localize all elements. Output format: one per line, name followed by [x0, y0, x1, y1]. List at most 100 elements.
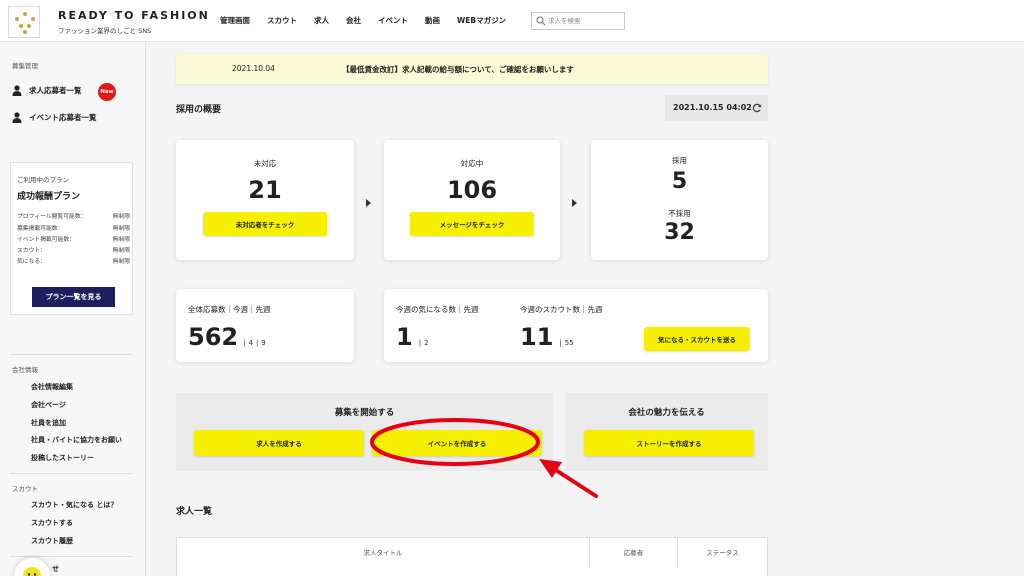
job-list-title: 求人一覧: [176, 507, 213, 517]
hired-card: 採用 5 不採用 32: [591, 140, 768, 260]
sidebar-item-label: 求人応募者一覧: [29, 86, 82, 95]
interest-last-week: 2: [424, 339, 429, 347]
new-badge: New: [98, 83, 116, 101]
recruit-section-label: 募集管理: [12, 62, 38, 70]
applications-card: 全体応募数｜今週｜先週 562 | 4 | 9: [176, 289, 354, 362]
nav-events[interactable]: イベント: [378, 15, 408, 26]
sidebar-item-event-applicants[interactable]: イベント応募者一覧: [12, 112, 97, 123]
top-header: READY TO FASHION ファッション業界のしごと SNS 管理画面 ス…: [0, 0, 1024, 42]
notice-date: 2021.10.04: [232, 64, 275, 73]
sidebar-item-partial[interactable]: せ: [52, 564, 59, 574]
notice-banner: 2021.10.04 【最低賃金改訂】求人記載の給与額について、ご確認をお願いし…: [176, 54, 768, 84]
interest-values: 1 | 2: [396, 323, 429, 351]
plan-row-value: 無制限: [112, 214, 130, 220]
sidebar-item-scout-history[interactable]: スカウト履歴: [31, 536, 73, 546]
company-appeal-panel: 会社の魅力を伝える ストーリーを作成する: [565, 393, 768, 471]
send-scout-button[interactable]: 気になる・スカウトを送る: [644, 327, 750, 351]
rejected-label: 不採用: [668, 209, 691, 218]
sidebar-divider: [10, 354, 133, 355]
company-appeal-title: 会社の魅力を伝える: [628, 408, 705, 418]
nav-company[interactable]: 会社: [346, 15, 361, 26]
start-recruit-panel: 募集を開始する 求人を作成する イベントを作成する: [176, 393, 553, 471]
sidebar-item-add-staff[interactable]: 社員を追加: [31, 418, 66, 428]
plan-row-value: 無制限: [112, 226, 130, 232]
sidebar: 募集管理 求人応募者一覧 New イベント応募者一覧 ご利用中のプラン 成功報酬…: [0, 42, 146, 576]
applications-last-week: 9: [261, 339, 266, 347]
interest-scout-card: 今週の気になる数｜先週 1 | 2 今週のスカウト数｜先週 11 | 55 気に…: [384, 289, 768, 362]
unhandled-label: 未対応: [253, 159, 277, 168]
plan-row: スカウト： 無制限: [17, 245, 130, 254]
create-story-button[interactable]: ストーリーを作成する: [584, 430, 754, 456]
main-nav: 管理画面 スカウト 求人 会社 イベント 動画 WEBマガジン: [220, 15, 523, 26]
notice-link[interactable]: 【最低賃金改訂】求人記載の給与額について、ご確認をお願いします: [342, 64, 574, 75]
overview-title: 採用の概要: [176, 105, 222, 115]
sidebar-item-scout[interactable]: スカウトする: [31, 518, 73, 528]
applications-this-week: 4: [248, 339, 253, 347]
interest-this-week: 1: [396, 323, 413, 351]
job-table: 求人タイトル 応募者 ステータス: [176, 537, 768, 576]
sidebar-item-company-page[interactable]: 会社ページ: [31, 400, 66, 410]
applications-values: 562 | 4 | 9: [188, 323, 266, 351]
hired-count: 5: [671, 169, 688, 194]
nav-admin[interactable]: 管理画面: [220, 15, 250, 26]
plan-row: 募集掲載可能数： 無制限: [17, 223, 130, 232]
in-progress-card: 対応中 106 メッセージをチェック: [384, 140, 560, 260]
timestamp-box: 2021.10.15 04:02: [665, 95, 768, 121]
search-box: [531, 12, 625, 30]
create-job-button[interactable]: 求人を作成する: [194, 430, 364, 456]
chat-launcher[interactable]: [14, 558, 50, 576]
start-recruit-title: 募集を開始する: [334, 408, 395, 418]
plan-current-label: ご利用中のプラン: [17, 176, 69, 184]
person-icon: [12, 85, 22, 96]
sidebar-item-stories[interactable]: 投稿したストーリー: [31, 453, 94, 463]
plan-row: プロフィール閲覧可能数： 無制限: [17, 211, 130, 220]
applications-total: 562: [188, 323, 239, 351]
smiley-icon: [23, 567, 41, 576]
check-messages-button[interactable]: メッセージをチェック: [410, 212, 534, 236]
plan-name: 成功報酬プラン: [17, 192, 81, 202]
brand-tagline: ファッション業界のしごと SNS: [58, 27, 152, 35]
sidebar-item-applicants[interactable]: 求人応募者一覧: [12, 85, 82, 96]
sidebar-divider: [10, 556, 133, 557]
in-progress-label: 対応中: [460, 159, 484, 168]
plan-row-label: 気になる：: [17, 259, 46, 265]
nav-jobs[interactable]: 求人: [314, 15, 329, 26]
scouts-label: 今週のスカウト数｜先週: [520, 305, 603, 314]
view-plans-button[interactable]: プラン一覧を見る: [32, 287, 115, 307]
person-icon: [12, 112, 22, 123]
sidebar-item-request-staff[interactable]: 社員・バイトに協力をお願い: [31, 435, 122, 445]
check-unhandled-button[interactable]: 未対応者をチェック: [203, 212, 327, 236]
nav-videos[interactable]: 動画: [425, 15, 440, 26]
column-header-title: 求人タイトル: [177, 538, 590, 566]
nav-web-magazine[interactable]: WEBマガジン: [457, 15, 506, 26]
column-header-status: ステータス: [706, 549, 739, 557]
plan-row-label: スカウト：: [17, 248, 46, 254]
interest-label: 今週の気になる数｜先週: [396, 305, 479, 314]
sidebar-item-scout-about[interactable]: スカウト・気になる とは？: [31, 500, 117, 510]
scouts-last-week: 55: [564, 339, 574, 347]
brand-name[interactable]: READY TO FASHION: [58, 9, 210, 22]
plan-row-value: 無制限: [112, 259, 130, 265]
refresh-icon[interactable]: [752, 103, 762, 113]
hired-label: 採用: [672, 156, 687, 165]
sidebar-item-company-edit[interactable]: 会社情報編集: [31, 382, 73, 392]
search-icon[interactable]: [536, 16, 546, 26]
annotation-overlay: [370, 418, 598, 498]
scouts-values: 11 | 55: [520, 323, 574, 351]
search-input[interactable]: [548, 15, 622, 27]
plan-row: イベント掲載可能数： 無制限: [17, 234, 130, 243]
scouts-this-week: 11: [520, 323, 554, 351]
create-event-button[interactable]: イベントを作成する: [372, 430, 542, 456]
plan-row-label: プロフィール閲覧可能数：: [17, 214, 87, 220]
arrow-right-icon: [366, 199, 371, 207]
plan-row-value: 無制限: [112, 237, 130, 243]
sidebar-divider: [10, 473, 133, 474]
nav-scout[interactable]: スカウト: [267, 15, 297, 26]
plan-row-label: イベント掲載可能数：: [17, 237, 75, 243]
applications-label: 全体応募数｜今週｜先週: [188, 305, 271, 314]
sidebar-item-label: イベント応募者一覧: [29, 113, 97, 122]
plan-card: ご利用中のプラン 成功報酬プラン プロフィール閲覧可能数： 無制限 募集掲載可能…: [10, 162, 133, 315]
plan-row: 気になる： 無制限: [17, 256, 130, 265]
plan-row-label: 募集掲載可能数：: [17, 226, 64, 232]
logo-icon[interactable]: [8, 6, 40, 38]
